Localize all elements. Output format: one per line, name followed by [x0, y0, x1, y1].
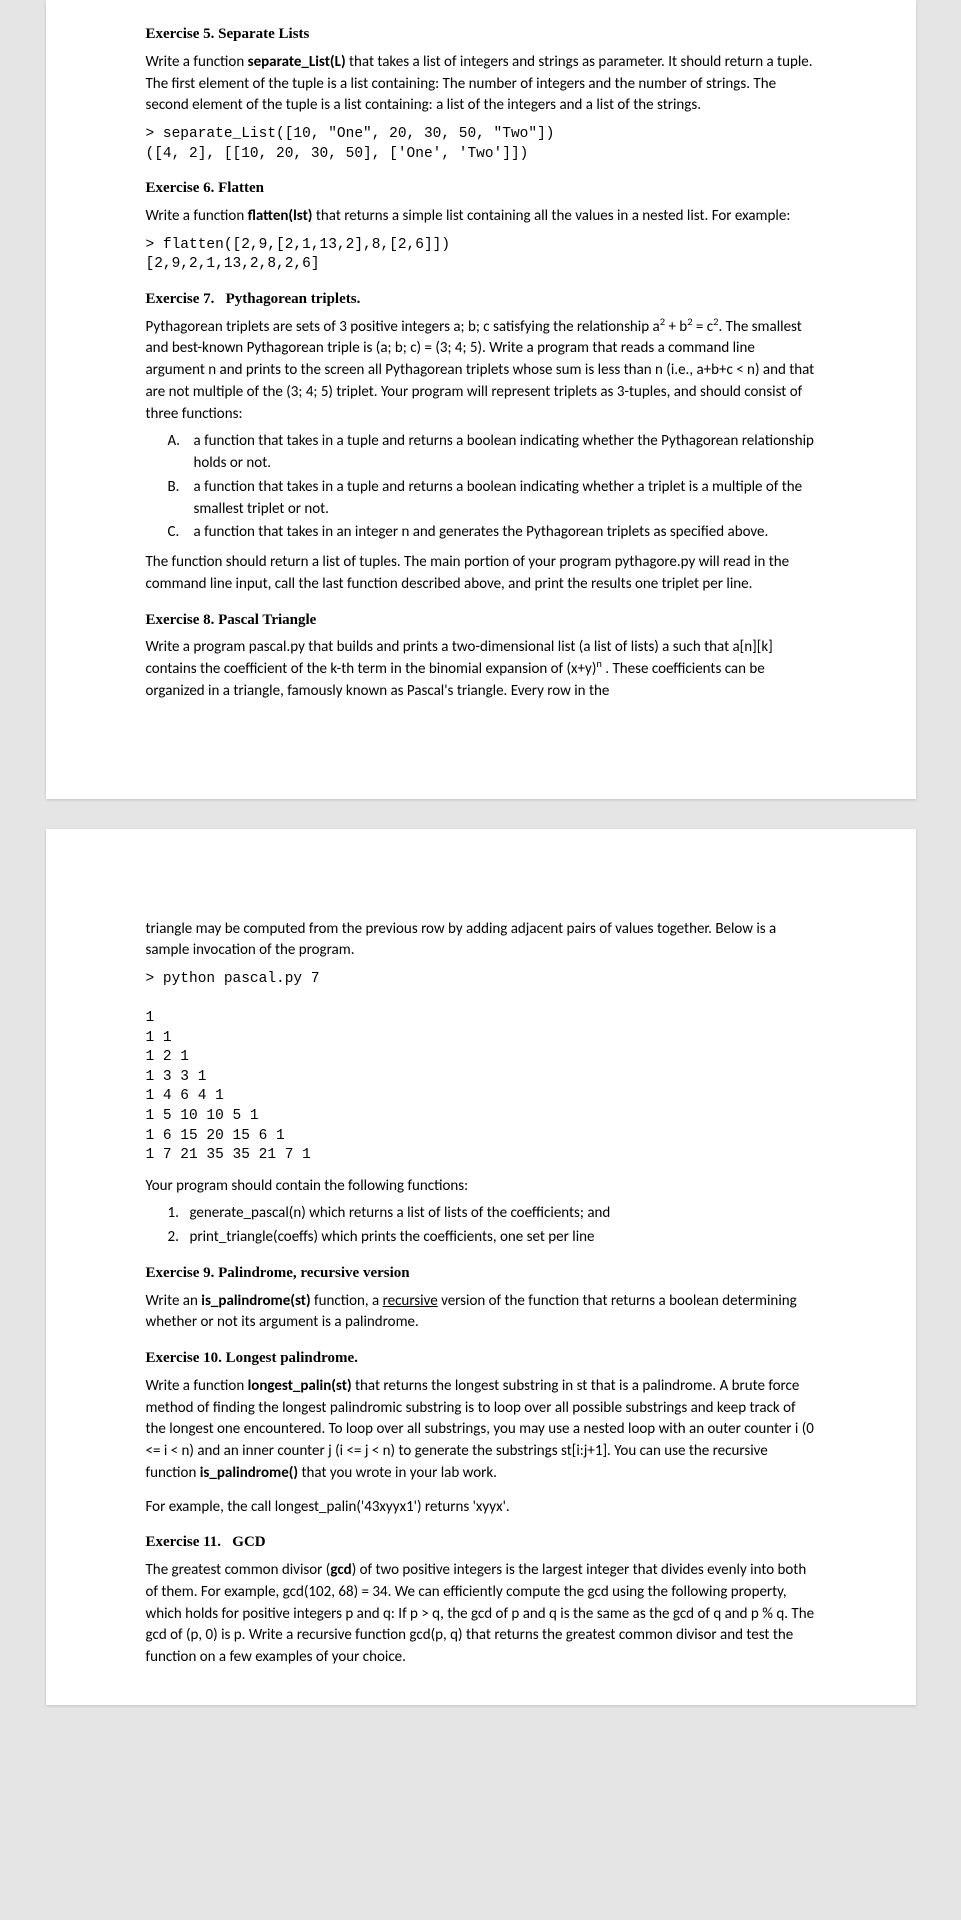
exercise-name: GCD — [232, 1534, 265, 1550]
exercise-9-body: Write an is_palindrome(st) function, a r… — [146, 1291, 816, 1335]
page-1: Exercise 5. Separate Lists Write a funct… — [46, 0, 916, 799]
exercise-7-list: a function that takes in a tuple and ret… — [168, 431, 816, 544]
exercise-7-body-2: The function should return a list of tup… — [146, 552, 816, 596]
exercise-name: Palindrome, recursive version — [218, 1265, 410, 1281]
exercise-8-code: > python pascal.py 7 1 1 1 1 2 1 1 3 3 1… — [146, 970, 816, 1166]
exercise-5-body: Write a function separate_List(L) that t… — [146, 52, 816, 117]
exercise-number: Exercise 9. — [146, 1265, 215, 1281]
exercise-8-list: generate_pascal(n) which returns a list … — [168, 1203, 816, 1249]
list-item: a function that takes in a tuple and ret… — [168, 431, 816, 475]
exercise-8-body-2: triangle may be computed from the previo… — [146, 919, 816, 963]
exercise-11-title: Exercise 11. GCD — [146, 1532, 816, 1554]
exercise-8-title: Exercise 8. Pascal Triangle — [146, 610, 816, 632]
exercise-5-code: > separate_List([10, "One", 20, 30, 50, … — [146, 125, 816, 164]
exercise-number: Exercise 5. — [146, 26, 215, 42]
list-item: a function that takes in a tuple and ret… — [168, 477, 816, 521]
exercise-number: Exercise 7. — [146, 291, 215, 307]
exercise-10-body-1: Write a function longest_palin(st) that … — [146, 1376, 816, 1485]
exercise-10-title: Exercise 10. Longest palindrome. — [146, 1348, 816, 1370]
list-item: print_triangle(coeffs) which prints the … — [168, 1227, 816, 1249]
page-2: triangle may be computed from the previo… — [46, 829, 916, 1705]
exercise-name: Pythagorean triplets. — [226, 291, 361, 307]
exercise-9-title: Exercise 9. Palindrome, recursive versio… — [146, 1263, 816, 1285]
exercise-11-body: The greatest common divisor (gcd) of two… — [146, 1560, 816, 1669]
exercise-8-body-1: Write a program pascal.py that builds an… — [146, 637, 816, 702]
exercise-name: Separate Lists — [218, 26, 309, 42]
exercise-number: Exercise 10. — [146, 1350, 222, 1366]
exercise-name: Pascal Triangle — [218, 612, 316, 628]
exercise-number: Exercise 8. — [146, 612, 215, 628]
list-item: a function that takes in an integer n an… — [168, 522, 816, 544]
exercise-8-body-3: Your program should contain the followin… — [146, 1176, 816, 1198]
exercise-name: Longest palindrome. — [226, 1350, 358, 1366]
exercise-6-body: Write a function flatten(lst) that retur… — [146, 206, 816, 228]
exercise-10-body-2: For example, the call longest_palin('43x… — [146, 1497, 816, 1519]
exercise-7-title: Exercise 7. Pythagorean triplets. — [146, 289, 816, 311]
exercise-name: Flatten — [218, 180, 264, 196]
exercise-number: Exercise 6. — [146, 180, 215, 196]
exercise-number: Exercise 11. — [146, 1534, 222, 1550]
exercise-6-code: > flatten([2,9,[2,1,13,2],8,[2,6]]) [2,9… — [146, 236, 816, 275]
exercise-7-body-1: Pythagorean triplets are sets of 3 posit… — [146, 317, 816, 426]
list-item: generate_pascal(n) which returns a list … — [168, 1203, 816, 1225]
exercise-5-title: Exercise 5. Separate Lists — [146, 24, 816, 46]
exercise-6-title: Exercise 6. Flatten — [146, 178, 816, 200]
